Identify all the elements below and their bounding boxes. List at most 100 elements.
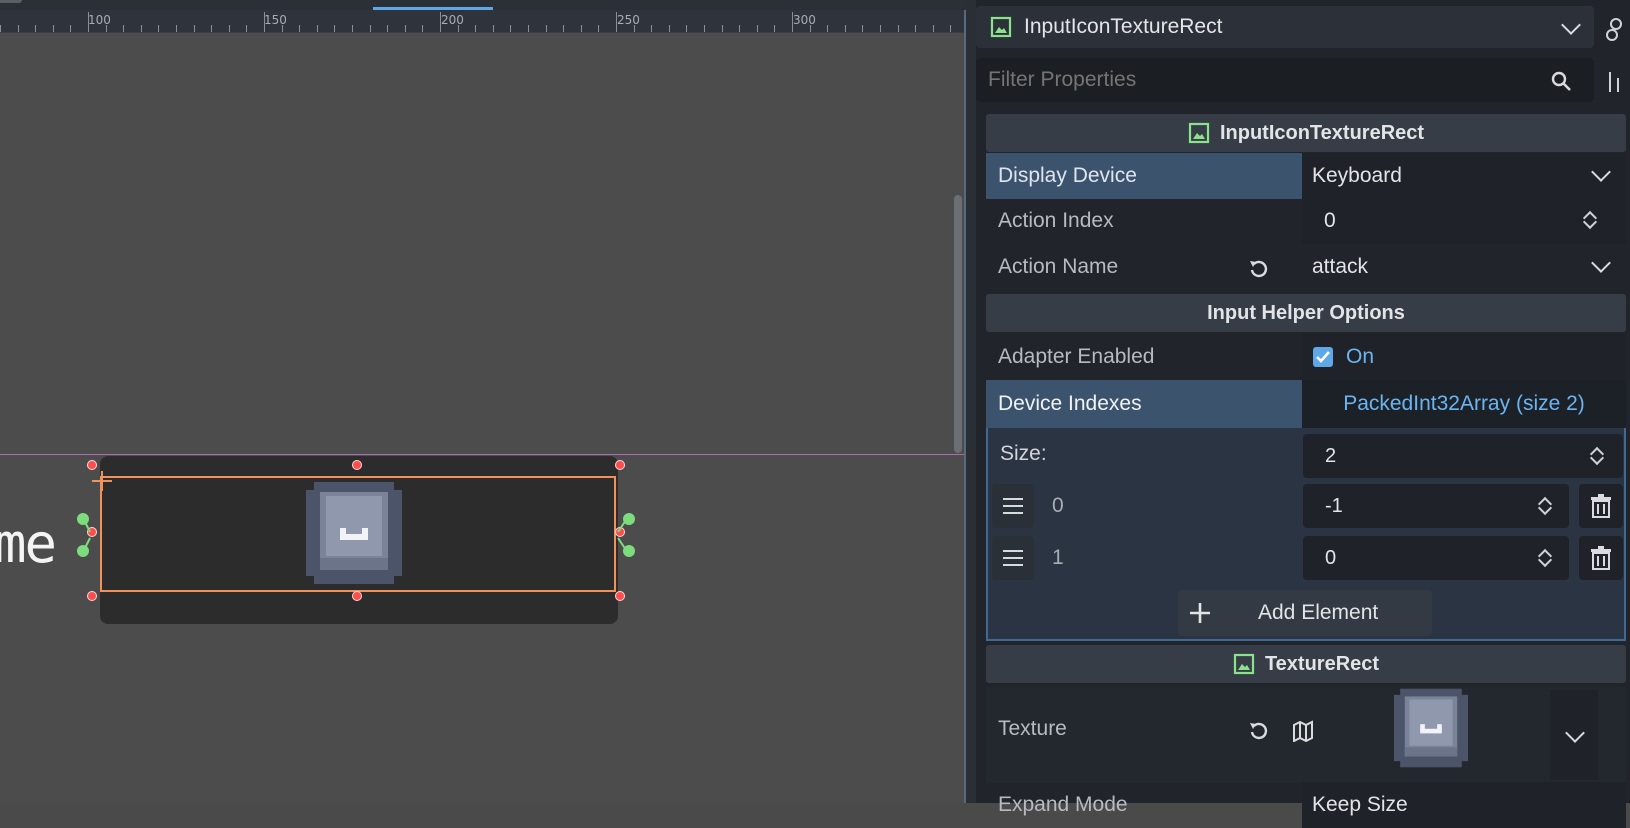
chevron-down-icon: [1565, 723, 1585, 743]
ruler-tick: [722, 25, 723, 32]
filter-input[interactable]: [986, 67, 1530, 93]
anchor-left-icon[interactable]: [74, 510, 104, 560]
resize-handle-bottom[interactable]: [352, 591, 362, 601]
adapter-enabled-checkbox[interactable]: On: [1302, 334, 1626, 380]
resize-handle-top-left[interactable]: [87, 460, 97, 470]
ruler-label: 200: [441, 13, 464, 27]
ruler-tick: [370, 25, 371, 32]
resize-handle-top[interactable]: [352, 460, 362, 470]
ruler-label: 100: [88, 13, 111, 27]
ruler-tick: [299, 25, 300, 32]
ruler-tick: [810, 25, 811, 32]
drag-grip-icon[interactable]: [992, 536, 1034, 580]
spin-arrows-icon[interactable]: [1539, 547, 1551, 569]
inspector-panel: InputIconTextureRect InputIconT: [976, 0, 1630, 828]
resize-handle-bottom-left[interactable]: [87, 591, 97, 601]
ruler-tick: [246, 25, 247, 32]
element-index: 1: [1052, 546, 1064, 569]
ruler-tick: [669, 25, 670, 32]
node-selector[interactable]: InputIconTextureRect: [976, 6, 1594, 48]
canvas-viewport[interactable]: 100 150 200 250 300 me: [0, 0, 966, 803]
ruler-tick: [35, 25, 36, 32]
section-header-texture-rect[interactable]: TextureRect: [986, 645, 1626, 683]
prop-label-display-device[interactable]: Display Device: [986, 153, 1306, 199]
checkbox-label: On: [1346, 345, 1375, 368]
ruler-tick: [88, 12, 89, 32]
action-name-dropdown[interactable]: attack: [1302, 244, 1626, 290]
section-header-script-class[interactable]: InputIconTextureRect: [986, 114, 1626, 152]
texture-rect-icon: [1233, 653, 1255, 675]
array-size-label: Size:: [1000, 442, 1047, 465]
action-index-spinbox[interactable]: 0: [1302, 198, 1626, 244]
delete-element-button[interactable]: [1579, 536, 1623, 580]
prop-label-device-indexes[interactable]: Device Indexes: [986, 380, 1306, 428]
dropdown-value: Keyboard: [1312, 164, 1402, 187]
element-value-spinbox[interactable]: 0: [1303, 536, 1569, 580]
anchor-right-icon[interactable]: [612, 510, 642, 560]
spinbox-value: -1: [1325, 494, 1343, 517]
ruler-tick: [264, 12, 265, 32]
ruler-tick: [123, 25, 124, 32]
add-element-label: Add Element: [1258, 601, 1379, 624]
dropdown-value: Keep Size: [1312, 793, 1408, 816]
expand-mode-dropdown[interactable]: Keep Size: [1302, 782, 1626, 828]
resize-handle-bottom-right[interactable]: [615, 591, 625, 601]
spin-arrows-icon[interactable]: [1539, 495, 1551, 517]
texture-menu-button[interactable]: [1550, 690, 1598, 780]
ruler-tick: [739, 25, 740, 32]
node-tool-icon[interactable]: [1604, 16, 1628, 42]
prop-label-adapter-enabled: Adapter Enabled: [998, 345, 1155, 368]
ruler-tick: [774, 25, 775, 32]
delete-element-button[interactable]: [1579, 484, 1623, 528]
device-indexes-array-button[interactable]: PackedInt32Array (size 2): [1302, 380, 1626, 428]
ruler-tick: [18, 25, 19, 32]
reset-icon[interactable]: [1248, 720, 1270, 742]
texture-rect-icon: [1188, 122, 1210, 144]
ruler-tick: [616, 12, 617, 32]
ruler-tick: [933, 25, 934, 32]
selection-rect[interactable]: [100, 476, 616, 592]
ruler-tick: [915, 25, 916, 32]
horizontal-ruler[interactable]: 100 150 200 250 300: [0, 10, 966, 33]
section-header-helper-options[interactable]: Input Helper Options: [986, 294, 1626, 332]
filter-properties-field[interactable]: [976, 58, 1594, 102]
spin-arrows-icon[interactable]: [1591, 445, 1603, 467]
ruler-tick: [194, 25, 195, 32]
ruler-tick: [158, 25, 159, 32]
ruler-tick: [546, 25, 547, 32]
vertical-scrollbar[interactable]: [954, 195, 962, 453]
section-title: InputIconTextureRect: [1219, 121, 1425, 144]
ruler-tick: [475, 25, 476, 32]
map-icon[interactable]: [1292, 720, 1314, 742]
ruler-label: 250: [617, 13, 640, 27]
ruler-tick: [563, 25, 564, 32]
element-value-spinbox[interactable]: -1: [1303, 484, 1569, 528]
ruler-tick: [211, 25, 212, 32]
section-title: TextureRect: [1264, 652, 1380, 675]
spinbox-value: 2: [1325, 444, 1337, 467]
ruler-tick: [106, 25, 107, 32]
add-element-button[interactable]: Add Element: [1178, 590, 1432, 636]
reset-icon[interactable]: [1248, 258, 1270, 280]
drag-grip-icon[interactable]: [992, 484, 1034, 528]
ruler-tick: [686, 25, 687, 32]
array-size-spinbox[interactable]: 2: [1303, 434, 1623, 478]
texture-preview-keycap-icon[interactable]: [1394, 688, 1468, 768]
ruler-tick: [845, 25, 846, 32]
display-device-dropdown[interactable]: Keyboard: [1302, 153, 1626, 199]
search-icon[interactable]: [1550, 70, 1572, 92]
ruler-tick: [581, 25, 582, 32]
filter-options-icon[interactable]: [1606, 70, 1624, 94]
pivot-icon[interactable]: [92, 471, 112, 491]
spin-arrows-icon[interactable]: [1584, 209, 1596, 231]
tab-marker: [0, 0, 22, 3]
section-title: Input Helper Options: [1207, 301, 1405, 324]
texture-rect-icon: [990, 16, 1012, 38]
ruler-tick: [334, 25, 335, 32]
resize-handle-top-right[interactable]: [615, 460, 625, 470]
ruler-tick: [387, 25, 388, 32]
ruler-tick: [422, 25, 423, 32]
checkbox-icon[interactable]: [1312, 346, 1334, 368]
guide-line: [0, 454, 964, 455]
plus-icon: [1190, 603, 1210, 623]
